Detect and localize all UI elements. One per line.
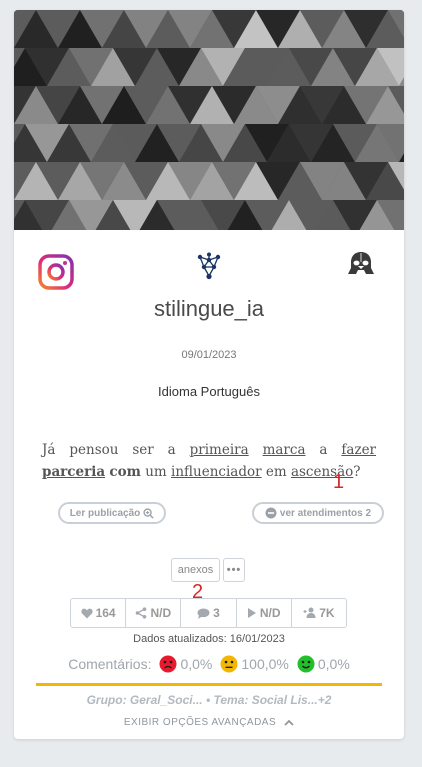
minus-circle-icon	[265, 507, 277, 519]
shares-count: N/D	[150, 606, 172, 620]
post-author-name[interactable]: stilingue_ia	[14, 296, 404, 322]
happy-face-icon	[297, 655, 315, 673]
followers-count: 7K	[319, 606, 335, 620]
post-highlight-word: fazer	[341, 442, 377, 458]
show-advanced-options-toggle[interactable]: EXIBIR OPÇÕES AVANÇADAS	[14, 717, 404, 728]
negative-sentiment-value: 0,0%	[180, 656, 213, 672]
post-image[interactable]	[14, 10, 404, 230]
darth-vader-icon[interactable]	[347, 250, 375, 278]
view-attendances-label: ver atendimentos 2	[279, 507, 372, 519]
negative-sentiment: 0,0%	[159, 655, 212, 673]
instagram-icon[interactable]	[38, 254, 74, 290]
post-word: a	[319, 442, 328, 458]
post-word: Já pensou ser a	[42, 442, 176, 458]
comment-bubble-icon	[197, 608, 210, 619]
chevron-up-icon	[284, 719, 294, 726]
positive-sentiment: 0,0%	[297, 655, 350, 673]
annotation-marker-1: 1	[333, 471, 345, 493]
likes-stat[interactable]: 164	[71, 599, 127, 627]
comment-sentiment-label: Comentários:	[68, 656, 152, 672]
engagement-stats-bar: 164 N/D 3 N/D 7K	[70, 598, 347, 628]
followers-icon	[303, 607, 316, 618]
post-word: ?	[353, 464, 361, 480]
share-icon	[136, 607, 147, 619]
post-date: 09/01/2023	[181, 349, 237, 361]
heart-icon	[81, 608, 93, 618]
views-stat[interactable]: N/D	[237, 599, 292, 627]
data-updated-label: Dados atualizados: 16/01/2023	[133, 633, 285, 645]
post-header-icons	[14, 250, 404, 298]
neutral-sentiment: 100,0%	[220, 655, 289, 673]
post-highlight-word: marca	[262, 442, 306, 458]
post-text: Já pensou ser a primeira marca a fazer p…	[42, 439, 376, 483]
more-options-button[interactable]: •••	[223, 558, 245, 582]
comments-count: 3	[213, 606, 220, 620]
read-post-button[interactable]: Ler publicação	[58, 502, 166, 524]
read-post-label: Ler publicação	[69, 507, 141, 519]
neutral-face-icon	[220, 655, 238, 673]
group-theme-tags[interactable]: Grupo: Geral_Soci... • Tema: Social Lis.…	[14, 693, 404, 707]
post-highlight-word: influenciador	[171, 464, 262, 480]
post-highlight-word: com	[109, 464, 141, 480]
post-card: stilingue_ia 09/01/2023 Idioma Português…	[14, 10, 404, 739]
attachments-button[interactable]: anexos	[171, 558, 220, 582]
post-word: um	[145, 464, 167, 480]
post-highlight-word: primeira	[189, 442, 249, 458]
post-highlight-word: parceria	[42, 464, 106, 480]
shares-stat[interactable]: N/D	[126, 599, 182, 627]
post-language: Idioma Português	[158, 384, 260, 399]
play-icon	[247, 608, 256, 618]
views-count: N/D	[259, 606, 281, 620]
followers-stat[interactable]: 7K	[292, 599, 346, 627]
zoom-in-icon	[143, 507, 154, 519]
show-advanced-options-label: EXIBIR OPÇÕES AVANÇADAS	[123, 717, 277, 728]
sentiment-divider	[36, 683, 382, 686]
likes-count: 164	[95, 606, 116, 620]
positive-sentiment-value: 0,0%	[317, 656, 350, 672]
comment-sentiment-summary: Comentários: 0,0% 100,0% 0,0%	[14, 653, 404, 675]
view-attendances-button[interactable]: ver atendimentos 2	[252, 502, 384, 524]
sad-face-icon	[159, 655, 177, 673]
comments-stat[interactable]: 3	[181, 599, 237, 627]
geometric-pattern-image	[14, 10, 404, 230]
network-graph-icon	[197, 252, 221, 280]
neutral-sentiment-value: 100,0%	[241, 656, 289, 672]
post-word: em	[265, 464, 287, 480]
